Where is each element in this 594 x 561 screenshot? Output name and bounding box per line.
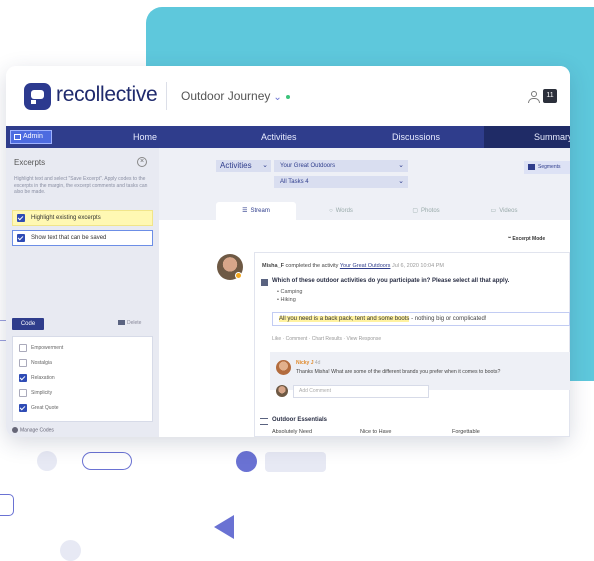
column-header: Forgettable	[452, 429, 480, 435]
code-item-nostalgia[interactable]: Nostalgia	[19, 358, 52, 368]
decor-dot	[37, 451, 57, 471]
project-name: Outdoor Journey	[181, 89, 271, 103]
column-header: Absolutely Need	[272, 429, 313, 435]
speech-bubble-icon: ○	[329, 208, 333, 214]
segments-icon	[528, 164, 535, 170]
option-highlight-excerpts[interactable]: Highlight existing excerpts	[12, 210, 153, 226]
decor-triangle	[214, 515, 234, 539]
task-count: 4	[305, 179, 309, 185]
divider	[166, 82, 167, 110]
tab-stream[interactable]: ☰ Stream	[216, 202, 296, 220]
activity-select[interactable]: Your Great Outdoors ⌄	[274, 160, 408, 172]
post-meta: Misha_F completed the activity Your Grea…	[262, 263, 444, 269]
code-button[interactable]: Code	[12, 318, 44, 330]
answer-list: • Camping • Hiking	[277, 288, 302, 304]
nav-summary[interactable]: Summary	[484, 126, 570, 148]
task-select[interactable]: All Tasks 4 ⌄	[274, 176, 408, 188]
nav-activities[interactable]: Activities	[261, 126, 297, 148]
post-date: Jul 6, 2020 10:04 PM	[391, 263, 444, 269]
tab-videos[interactable]: ▭ Videos	[474, 202, 534, 220]
decor-dot-filled	[236, 451, 257, 472]
activities-dropdown[interactable]: Activities ⌄	[216, 160, 271, 172]
decor-pill	[265, 452, 326, 472]
section-title: Outdoor Essentials	[272, 417, 328, 423]
photo-icon: ▢	[412, 208, 418, 214]
top-bar: recollective Outdoor Journey ⌄ 11	[6, 66, 570, 126]
code-item-simplicity[interactable]: Simplicity	[19, 388, 52, 398]
decor-pill-outline	[82, 452, 132, 470]
answer-text-box[interactable]: All you need is a back pack, tent and so…	[272, 312, 570, 326]
avatar	[276, 385, 288, 397]
trash-icon	[118, 320, 125, 326]
gear-icon	[12, 427, 18, 433]
project-selector[interactable]: Outdoor Journey ⌄	[181, 89, 290, 103]
excerpts-sidebar: Excerpts × Highlight text and select "Sa…	[6, 148, 159, 437]
logo-text: recollective	[56, 83, 158, 106]
nav-home[interactable]: Home	[133, 126, 157, 148]
checkbox-checked[interactable]	[17, 234, 25, 242]
main-nav: Admin Home Activities Discussions Summar…	[6, 126, 570, 148]
column-header: Nice to Have	[360, 429, 392, 435]
avatar[interactable]	[276, 360, 291, 375]
excerpt-mode-toggle[interactable]: ❝ Excerpt Mode	[508, 236, 545, 242]
nav-admin[interactable]: Admin	[10, 130, 52, 144]
chevron-down-icon: ⌄	[398, 178, 404, 185]
post-actions[interactable]: Like · Comment · Chart Results · View Re…	[272, 336, 381, 342]
decor-dot	[60, 540, 81, 561]
highlighted-excerpt[interactable]: All you need is a back pack, tent and so…	[279, 316, 410, 322]
chevron-down-icon: ⌄	[398, 162, 404, 169]
notification-badge[interactable]: 11	[543, 89, 557, 103]
activity-link[interactable]: Your Great Outdoors	[340, 263, 391, 269]
admin-icon	[14, 134, 21, 140]
chevron-down-icon: ⌄	[273, 92, 282, 103]
question-icon	[261, 279, 268, 286]
chevron-down-icon: ⌄	[262, 162, 268, 169]
tab-photos[interactable]: ▢ Photos	[391, 202, 461, 220]
code-item-empowerment[interactable]: Empowerment	[19, 343, 63, 353]
nav-discussions[interactable]: Discussions	[392, 126, 440, 148]
close-icon[interactable]: ×	[137, 157, 147, 167]
sidebar-description: Highlight text and select "Save Excerpt"…	[14, 176, 148, 195]
user-icon[interactable]	[528, 91, 540, 103]
post-author[interactable]: Misha_F	[262, 263, 284, 269]
sidebar-title: Excerpts	[14, 158, 46, 167]
checkbox-checked[interactable]	[17, 214, 25, 222]
segments-button[interactable]: Segments	[524, 161, 570, 174]
reply-text: Thanks Misha! What are some of the diffe…	[296, 369, 501, 375]
list-item: • Hiking	[277, 297, 296, 303]
status-badge	[235, 272, 242, 279]
option-show-savable-text[interactable]: Show text that can be saved	[12, 230, 153, 246]
list-icon: ☰	[242, 208, 248, 214]
video-icon: ▭	[490, 208, 497, 214]
decor-square-outline	[0, 494, 14, 516]
manage-codes-link[interactable]: Manage Codes	[12, 427, 54, 433]
delete-button[interactable]: Delete	[118, 320, 141, 326]
recollective-logo-icon	[24, 83, 51, 110]
code-list: Empowerment Nostalgia Relaxation Simplic…	[12, 336, 153, 422]
code-item-great-quote[interactable]: Great Quote	[19, 403, 59, 413]
question-text: Which of these outdoor activities do you…	[272, 278, 510, 284]
reply-author: Nicky J 4d	[296, 360, 321, 366]
comment-input[interactable]: Add Comment	[293, 385, 429, 398]
online-status-dot	[285, 94, 290, 99]
list-item: • Camping	[277, 289, 303, 295]
tab-words[interactable]: ○ Words	[306, 202, 376, 220]
code-item-relaxation[interactable]: Relaxation	[19, 373, 55, 383]
list-icon	[260, 418, 268, 425]
